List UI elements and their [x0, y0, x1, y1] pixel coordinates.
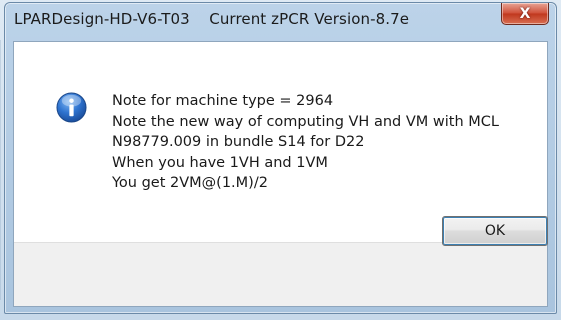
message-line: N98779.009 in bundle S14 for D22 — [112, 134, 365, 150]
message-area: Note for machine type = 2964 Note the ne… — [14, 42, 547, 242]
close-icon: X — [519, 5, 531, 22]
message-dialog-window: LPARDesign-HD-V6-T03 Current zPCR Versio… — [4, 2, 557, 314]
window-title: LPARDesign-HD-V6-T03 Current zPCR Versio… — [14, 10, 410, 28]
message-line: Note the new way of computing VH and VM … — [112, 113, 499, 130]
close-button[interactable]: X — [501, 3, 549, 25]
information-icon — [56, 92, 87, 123]
message-line: You get 2VM@(1.M)/2 — [112, 175, 268, 191]
message-line: When you have 1VH and 1VM — [112, 154, 328, 171]
dialog-client-area: Note for machine type = 2964 Note the ne… — [13, 41, 548, 307]
button-bar — [14, 242, 547, 306]
message-line: Note for machine type = 2964 — [112, 93, 334, 109]
message-text: Note for machine type = 2964 Note the ne… — [112, 91, 499, 194]
title-bar[interactable]: LPARDesign-HD-V6-T03 Current zPCR Versio… — [5, 3, 556, 41]
ok-button[interactable]: OK — [442, 216, 548, 246]
